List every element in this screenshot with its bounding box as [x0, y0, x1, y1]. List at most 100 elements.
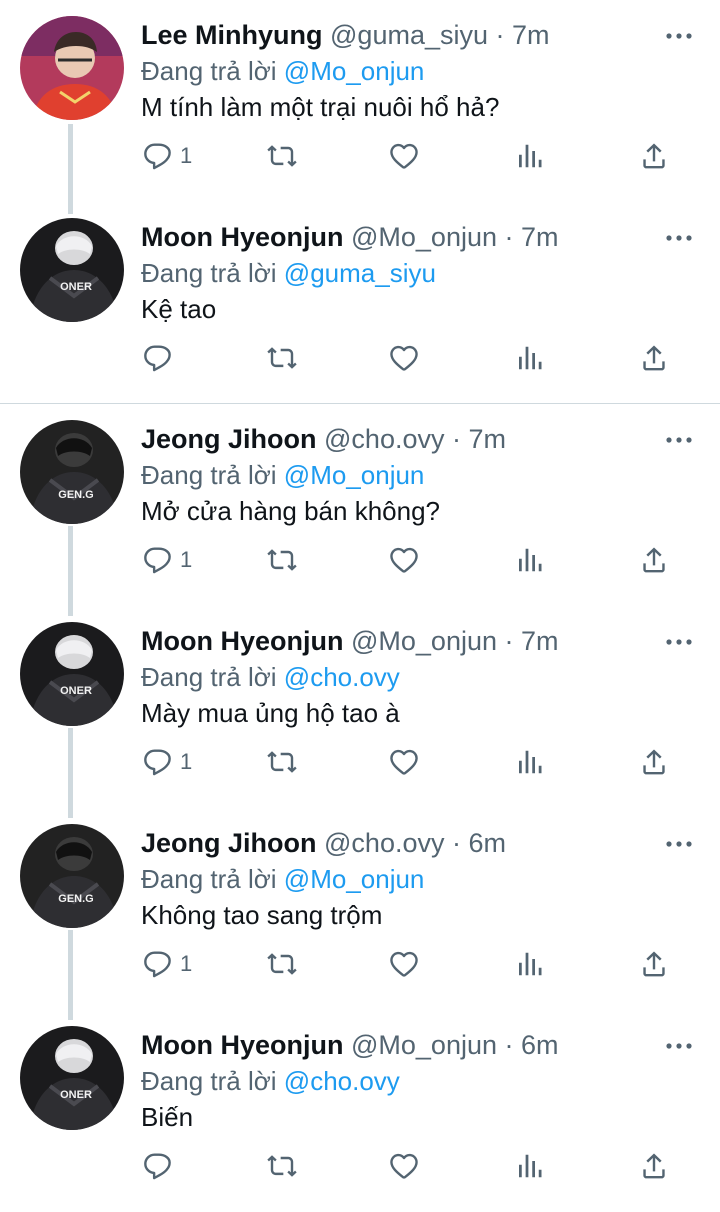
views-icon — [514, 545, 544, 575]
handle[interactable]: @cho.ovy — [324, 424, 444, 454]
retweet-button[interactable] — [266, 742, 298, 782]
display-name[interactable]: Lee Minhyung — [141, 20, 323, 50]
tweet-text: Mày mua ủng hộ tao à — [141, 698, 400, 728]
views-icon — [514, 747, 544, 777]
like-icon — [388, 544, 420, 576]
tweet-header: Moon Hyeonjun @Mo_onjun · 7m — [141, 622, 559, 660]
share-icon — [638, 746, 670, 778]
svg-text:ONER: ONER — [60, 281, 92, 293]
timestamp[interactable]: 7m — [521, 222, 559, 252]
separator-dot: · — [497, 1030, 521, 1060]
share-icon — [638, 948, 670, 980]
share-button[interactable] — [638, 338, 670, 378]
retweet-button[interactable] — [266, 338, 298, 378]
share-button[interactable] — [638, 742, 670, 782]
display-name[interactable]: Jeong Jihoon — [141, 424, 317, 454]
timestamp[interactable]: 7m — [521, 626, 559, 656]
like-icon — [388, 140, 420, 172]
timestamp[interactable]: 7m — [468, 424, 506, 454]
views-button[interactable] — [514, 338, 544, 378]
views-button[interactable] — [514, 540, 544, 580]
reply-count: 1 — [180, 951, 193, 976]
avatar[interactable]: GEN.G — [20, 420, 124, 524]
display-name[interactable]: Moon Hyeonjun — [141, 626, 343, 656]
avatar[interactable]: GEN.G — [20, 824, 124, 928]
more-options-icon[interactable] — [664, 832, 694, 856]
share-button[interactable] — [638, 540, 670, 580]
views-icon — [514, 949, 544, 979]
more-options-icon[interactable] — [664, 24, 694, 48]
avatar[interactable]: ONER — [20, 218, 124, 322]
handle[interactable]: @guma_siyu — [330, 20, 488, 50]
retweet-button[interactable] — [266, 1146, 298, 1186]
like-icon — [388, 1150, 420, 1182]
like-button[interactable] — [388, 136, 420, 176]
retweet-button[interactable] — [266, 944, 298, 984]
handle[interactable]: @Mo_onjun — [351, 222, 497, 252]
tweet[interactable]: ONER Moon Hyeonjun @Mo_onjun · 7m Đang trả… — [0, 202, 720, 404]
retweet-icon — [266, 544, 298, 576]
handle[interactable]: @Mo_onjun — [351, 626, 497, 656]
more-options-icon[interactable] — [664, 1034, 694, 1058]
like-button[interactable] — [388, 540, 420, 580]
share-button[interactable] — [638, 136, 670, 176]
views-button[interactable] — [514, 944, 544, 984]
timestamp[interactable]: 6m — [468, 828, 506, 858]
tweet[interactable]: GEN.G Jeong Jihoon @cho.ovy · 7m Đang trả … — [0, 404, 720, 606]
reply-icon — [142, 746, 174, 778]
like-button[interactable] — [388, 742, 420, 782]
like-button[interactable] — [388, 1146, 420, 1186]
display-name[interactable]: Jeong Jihoon — [141, 828, 317, 858]
avatar[interactable] — [20, 16, 124, 120]
reply-icon — [142, 140, 174, 172]
share-icon — [638, 342, 670, 374]
handle[interactable]: @cho.ovy — [324, 828, 444, 858]
share-button[interactable] — [638, 944, 670, 984]
reply-button[interactable] — [142, 338, 180, 378]
views-icon — [514, 343, 544, 373]
views-button[interactable] — [514, 742, 544, 782]
avatar[interactable]: ONER — [20, 1026, 124, 1130]
tweet-header: Moon Hyeonjun @Mo_onjun · 7m — [141, 218, 559, 256]
views-button[interactable] — [514, 136, 544, 176]
reply-icon — [142, 948, 174, 980]
tweet[interactable]: GEN.G Jeong Jihoon @cho.ovy · 6m Đang trả … — [0, 808, 720, 1010]
display-name[interactable]: Moon Hyeonjun — [141, 222, 343, 252]
tweet-actions: 1 — [140, 742, 700, 782]
views-icon — [514, 1151, 544, 1181]
tweet-header: Jeong Jihoon @cho.ovy · 6m — [141, 824, 506, 862]
more-options-icon[interactable] — [664, 630, 694, 654]
avatar[interactable]: ONER — [20, 622, 124, 726]
tweet-text: Kệ tao — [141, 294, 217, 324]
reply-button[interactable]: 1 — [142, 136, 192, 176]
reply-button[interactable]: 1 — [142, 540, 192, 580]
timestamp[interactable]: 6m — [521, 1030, 559, 1060]
tweet[interactable]: Lee Minhyung @guma_siyu · 7m Đang trả lời… — [0, 0, 720, 202]
retweet-button[interactable] — [266, 136, 298, 176]
reply-count: 1 — [180, 547, 193, 572]
reply-icon — [142, 1150, 174, 1182]
retweet-icon — [266, 1150, 298, 1182]
tweet[interactable]: ONER Moon Hyeonjun @Mo_onjun · 6m Đang trả… — [0, 1010, 720, 1212]
display-name[interactable]: Moon Hyeonjun — [141, 1030, 343, 1060]
timestamp[interactable]: 7m — [512, 20, 550, 50]
like-button[interactable] — [388, 338, 420, 378]
replying-to-mention[interactable]: @cho.ovy — [284, 1066, 400, 1096]
reply-button[interactable] — [142, 1146, 180, 1186]
svg-text:GEN.G: GEN.G — [58, 893, 93, 905]
reply-button[interactable]: 1 — [142, 944, 192, 984]
more-options-icon[interactable] — [664, 428, 694, 452]
tweet[interactable]: ONER Moon Hyeonjun @Mo_onjun · 7m Đang trả… — [0, 606, 720, 808]
share-button[interactable] — [638, 1146, 670, 1186]
reply-button[interactable]: 1 — [142, 742, 192, 782]
more-options-icon[interactable] — [664, 226, 694, 250]
svg-text:ONER: ONER — [60, 1089, 92, 1101]
tweet-text: Không tao sang trộm — [141, 900, 383, 930]
views-button[interactable] — [514, 1146, 544, 1186]
replying-to-mention[interactable]: @guma_siyu — [284, 258, 436, 288]
like-button[interactable] — [388, 944, 420, 984]
retweet-button[interactable] — [266, 540, 298, 580]
handle[interactable]: @Mo_onjun — [351, 1030, 497, 1060]
separator-dot: · — [497, 222, 521, 252]
tweet-actions: 1 — [140, 136, 700, 176]
